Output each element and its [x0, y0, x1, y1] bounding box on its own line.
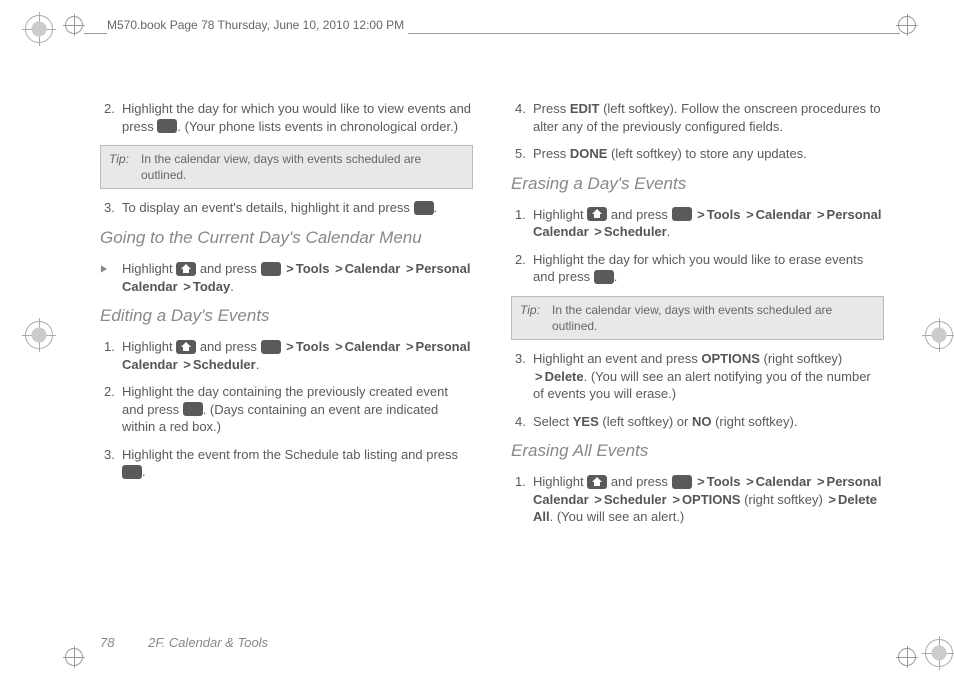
section-heading: Going to the Current Day's Calendar Menu — [100, 227, 473, 250]
step-text: Press DONE (left softkey) to store any u… — [533, 145, 884, 163]
step-text: Highlight an event and press OPTIONS (ri… — [533, 350, 884, 403]
step-number: 4. — [511, 413, 533, 431]
list-item: 3. Highlight an event and press OPTIONS … — [511, 350, 884, 403]
step-text: Highlight and press >Tools >Calendar >Pe… — [533, 473, 884, 526]
step-text: Highlight the day containing the previou… — [122, 383, 473, 436]
list-item: 4. Press EDIT (left softkey). Follow the… — [511, 100, 884, 135]
step-number: 1. — [511, 206, 533, 241]
tip-box: Tip: In the calendar view, days with eve… — [511, 296, 884, 340]
step-number: 2. — [100, 383, 122, 436]
step-text: Select YES (left softkey) or NO (right s… — [533, 413, 884, 431]
home-icon — [176, 262, 196, 276]
step-text: Highlight and press >Tools >Calendar >Pe… — [122, 260, 473, 295]
left-column: 2. Highlight the day for which you would… — [100, 100, 473, 627]
tip-label: Tip: — [109, 151, 141, 183]
ok-key-icon — [672, 207, 692, 221]
step-text: Highlight and press >Tools >Calendar >Pe… — [533, 206, 884, 241]
registration-left-icon — [24, 320, 54, 350]
crop-mark-tl — [63, 14, 85, 36]
step-number: 3. — [511, 350, 533, 403]
step-text: Highlight the day for which you would li… — [533, 251, 884, 286]
step-number: 3. — [100, 446, 122, 481]
step-number: 3. — [100, 199, 122, 217]
list-item: 4. Select YES (left softkey) or NO (righ… — [511, 413, 884, 431]
ok-key-icon — [672, 475, 692, 489]
tip-text: In the calendar view, days with events s… — [141, 151, 464, 183]
step-text: Press EDIT (left softkey). Follow the on… — [533, 100, 884, 135]
tip-label: Tip: — [520, 302, 552, 334]
step-number: 4. — [511, 100, 533, 135]
tip-text: In the calendar view, days with events s… — [552, 302, 875, 334]
section-heading: Editing a Day's Events — [100, 305, 473, 328]
list-item: 3. To display an event's details, highli… — [100, 199, 473, 217]
section-heading: Erasing All Events — [511, 440, 884, 463]
registration-br-icon — [924, 638, 954, 668]
list-item: 1. Highlight and press >Tools >Calendar … — [511, 473, 884, 526]
step-number: 1. — [511, 473, 533, 526]
step-text: Highlight the day for which you would li… — [122, 100, 473, 135]
ok-key-icon — [594, 270, 614, 284]
crop-mark-br — [896, 646, 918, 668]
section-heading: Erasing a Day's Events — [511, 173, 884, 196]
crop-mark-bl — [63, 646, 85, 668]
list-item: 3. Highlight the event from the Schedule… — [100, 446, 473, 481]
bullet-icon — [100, 260, 122, 295]
tip-box: Tip: In the calendar view, days with eve… — [100, 145, 473, 189]
list-item: 1. Highlight and press >Tools >Calendar … — [100, 338, 473, 373]
ok-key-icon — [414, 201, 434, 215]
ok-key-icon — [183, 402, 203, 416]
list-item: Highlight and press >Tools >Calendar >Pe… — [100, 260, 473, 295]
page-footer: 78 2F. Calendar & Tools — [100, 635, 268, 650]
right-column: 4. Press EDIT (left softkey). Follow the… — [511, 100, 884, 627]
step-text: Highlight and press >Tools >Calendar >Pe… — [122, 338, 473, 373]
list-item: 2. Highlight the day for which you would… — [100, 100, 473, 135]
running-header: M570.book Page 78 Thursday, June 10, 201… — [107, 18, 408, 34]
ok-key-icon — [261, 262, 281, 276]
step-number: 2. — [511, 251, 533, 286]
page-number: 78 — [100, 635, 114, 650]
registration-tl-icon — [24, 14, 54, 44]
ok-key-icon — [261, 340, 281, 354]
home-icon — [587, 207, 607, 221]
ok-key-icon — [157, 119, 177, 133]
list-item: 2. Highlight the day containing the prev… — [100, 383, 473, 436]
list-item: 1. Highlight and press >Tools >Calendar … — [511, 206, 884, 241]
home-icon — [176, 340, 196, 354]
ok-key-icon — [122, 465, 142, 479]
step-text: To display an event's details, highlight… — [122, 199, 473, 217]
home-icon — [587, 475, 607, 489]
step-text: Highlight the event from the Schedule ta… — [122, 446, 473, 481]
step-number: 2. — [100, 100, 122, 135]
list-item: 5. Press DONE (left softkey) to store an… — [511, 145, 884, 163]
step-number: 1. — [100, 338, 122, 373]
list-item: 2. Highlight the day for which you would… — [511, 251, 884, 286]
section-name: 2F. Calendar & Tools — [148, 635, 268, 650]
page-content: 2. Highlight the day for which you would… — [100, 100, 884, 627]
registration-right-icon — [924, 320, 954, 350]
step-number: 5. — [511, 145, 533, 163]
